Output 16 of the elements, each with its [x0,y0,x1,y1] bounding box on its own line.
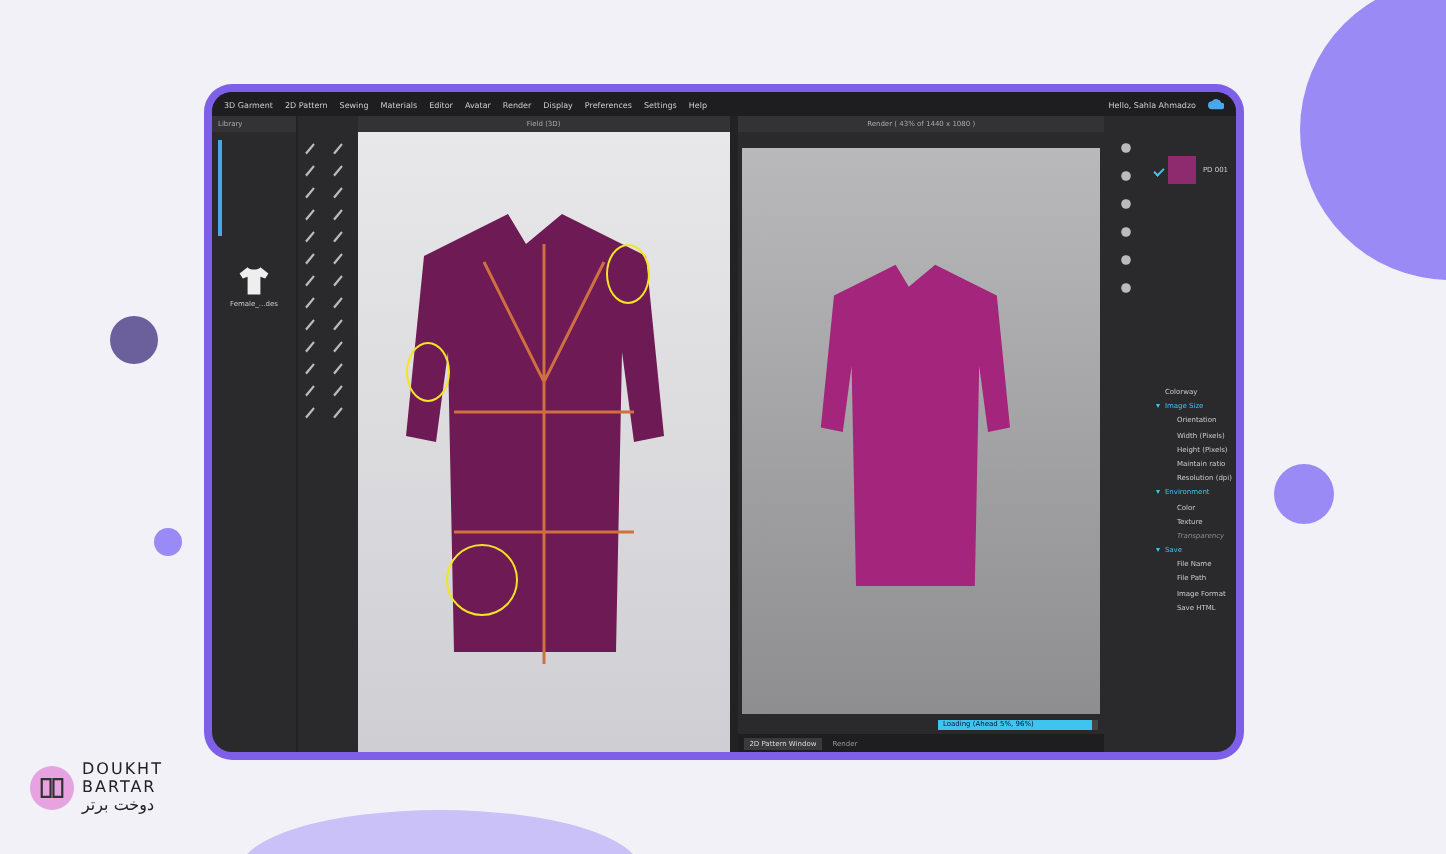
logo-text: دوخت برتر [82,796,157,816]
highlight-circle [405,342,450,402]
cloud-icon[interactable] [1208,98,1224,110]
tshirt-icon[interactable] [237,264,270,296]
decor-circle [1274,464,1334,524]
color-swatch[interactable] [1168,156,1197,184]
expand-arrow-icon[interactable] [1156,404,1161,409]
highlight-circle [445,544,518,616]
colorway-checkbox[interactable] [1154,164,1166,176]
decor-circle [110,316,158,364]
logo-text: BARTAR [82,778,159,796]
expand-arrow-icon[interactable] [1156,548,1161,553]
logo-text: DOUKHT [82,760,163,778]
logo-mark-icon [30,766,74,810]
decor-circle [154,528,182,556]
highlight-circle [605,244,650,304]
